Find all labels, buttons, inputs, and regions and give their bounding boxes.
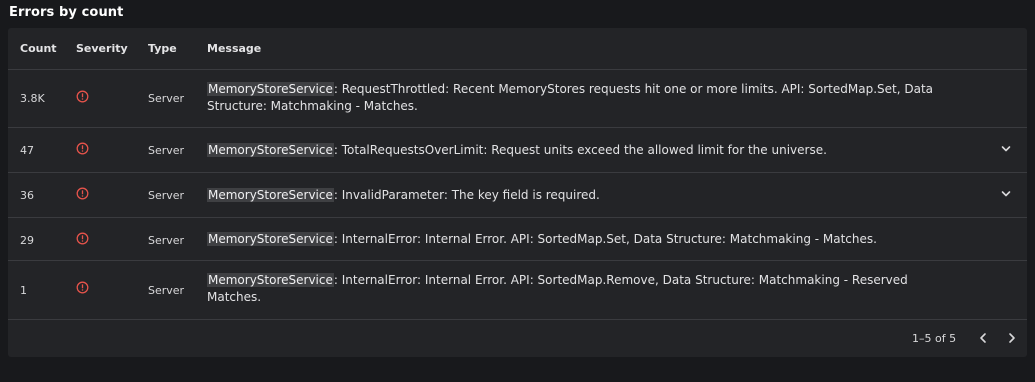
error-message: MemoryStoreService: RequestThrottled: Re… xyxy=(207,81,947,115)
error-message: MemoryStoreService: TotalRequestsOverLim… xyxy=(207,142,947,159)
service-name: MemoryStoreService xyxy=(207,232,334,246)
error-circle-icon xyxy=(76,281,89,294)
error-circle-icon xyxy=(76,232,89,245)
error-message: MemoryStoreService: InvalidParameter: Th… xyxy=(207,187,947,204)
message-text: : TotalRequestsOverLimit: Request units … xyxy=(333,143,827,157)
pagination-label: 1–5 of 5 xyxy=(912,332,957,345)
error-message: MemoryStoreService: InternalError: Inter… xyxy=(207,272,947,306)
error-circle-icon xyxy=(76,90,89,103)
message-text-continued: Structure: Matchmaking - Matches. xyxy=(207,99,418,113)
message-text: : InternalError: Internal Error. API: So… xyxy=(333,273,908,287)
error-type: Server xyxy=(148,234,185,247)
column-header-type[interactable]: Type xyxy=(148,42,177,55)
error-count: 29 xyxy=(20,234,34,247)
service-name: MemoryStoreService xyxy=(207,273,334,287)
service-name: MemoryStoreService xyxy=(207,188,334,202)
table-row[interactable]: 36 Server MemoryStoreService: InvalidPar… xyxy=(8,173,1027,218)
column-header-count[interactable]: Count xyxy=(20,42,57,55)
column-header-severity[interactable]: Severity xyxy=(76,42,128,55)
error-type: Server xyxy=(148,284,185,297)
error-message: MemoryStoreService: InternalError: Inter… xyxy=(207,231,947,248)
message-text: : RequestThrottled: Recent MemoryStores … xyxy=(333,82,934,96)
error-circle-icon xyxy=(76,142,89,155)
table-row[interactable]: 29 Server MemoryStoreService: InternalEr… xyxy=(8,218,1027,261)
column-header-message[interactable]: Message xyxy=(207,42,261,55)
table-row[interactable]: 1 Server MemoryStoreService: InternalErr… xyxy=(8,261,1027,320)
message-text-continued: Matches. xyxy=(207,290,262,304)
service-name: MemoryStoreService xyxy=(207,143,334,157)
service-name: MemoryStoreService xyxy=(207,82,334,96)
chevron-left-icon[interactable] xyxy=(975,330,991,346)
chevron-down-icon[interactable] xyxy=(999,142,1013,156)
errors-table: Count Severity Type Message 3.8K Server … xyxy=(8,28,1027,357)
error-count: 1 xyxy=(20,284,27,297)
message-text: : InvalidParameter: The key field is req… xyxy=(333,188,600,202)
error-type: Server xyxy=(148,92,185,105)
table-row[interactable]: 3.8K Server MemoryStoreService: RequestT… xyxy=(8,70,1027,128)
table-row[interactable]: 47 Server MemoryStoreService: TotalReque… xyxy=(8,128,1027,173)
table-pagination: 1–5 of 5 xyxy=(8,320,1027,357)
message-text: : InternalError: Internal Error. API: So… xyxy=(333,232,877,246)
error-count: 3.8K xyxy=(20,92,45,105)
chevron-right-icon[interactable] xyxy=(1004,330,1020,346)
chevron-down-icon[interactable] xyxy=(999,187,1013,201)
table-header: Count Severity Type Message xyxy=(8,28,1027,70)
error-count: 36 xyxy=(20,189,34,202)
error-count: 47 xyxy=(20,144,34,157)
section-title: Errors by count xyxy=(9,5,124,20)
error-type: Server xyxy=(148,144,185,157)
error-type: Server xyxy=(148,189,185,202)
error-circle-icon xyxy=(76,187,89,200)
